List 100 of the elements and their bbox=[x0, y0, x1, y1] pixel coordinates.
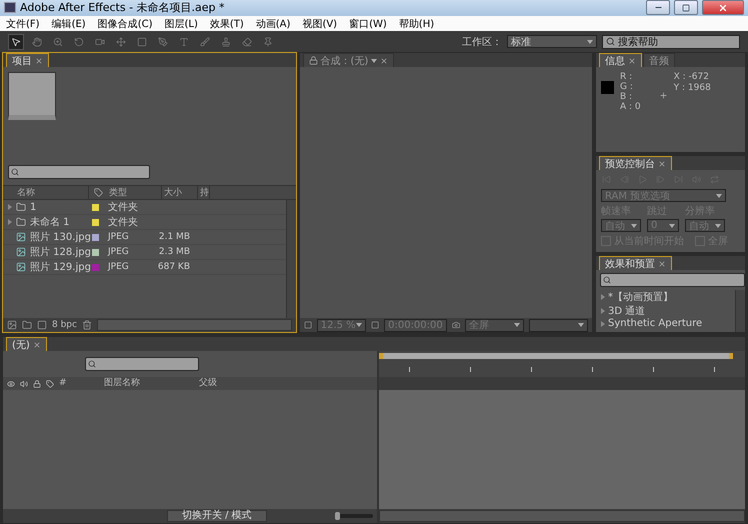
color-swatch bbox=[601, 81, 614, 94]
tag-icon bbox=[94, 188, 102, 198]
project-tab[interactable]: 项目 bbox=[6, 53, 49, 68]
caret-icon bbox=[514, 323, 520, 328]
image-icon bbox=[16, 247, 26, 258]
effects-category[interactable]: Synthetic Aperture bbox=[608, 318, 702, 330]
menu-item[interactable]: 文件(F) bbox=[6, 16, 40, 31]
maximize-button[interactable] bbox=[674, 0, 698, 16]
caret-icon bbox=[715, 224, 721, 228]
menu-item[interactable]: 编辑(E) bbox=[52, 16, 86, 31]
item-type: JPEG bbox=[108, 247, 130, 258]
column-header[interactable]: 持 bbox=[198, 186, 210, 200]
item-type: 文件夹 bbox=[108, 200, 139, 214]
menu-item[interactable]: 窗口(W) bbox=[349, 16, 387, 31]
project-row[interactable]: 1 文件夹 bbox=[3, 200, 286, 216]
lock-icon bbox=[33, 380, 41, 388]
column-header[interactable]: 名称 bbox=[3, 186, 89, 200]
close-icon[interactable] bbox=[380, 56, 388, 65]
search-icon bbox=[11, 168, 19, 176]
item-size: 2.1 MB bbox=[158, 232, 191, 242]
menu-item[interactable]: 效果(T) bbox=[210, 16, 244, 31]
x-coordinate: X : -672 bbox=[674, 73, 710, 82]
item-name: 照片 128.jpg bbox=[29, 246, 92, 260]
effects-search-field[interactable] bbox=[600, 273, 745, 288]
menu-item[interactable]: 帮助(H) bbox=[398, 16, 434, 31]
workspace-dropdown[interactable]: 标准 bbox=[507, 35, 597, 48]
timeline-tab[interactable]: (无) bbox=[6, 337, 47, 352]
item-type: JPEG bbox=[108, 262, 130, 272]
project-row[interactable]: 未命名 1 文件夹 bbox=[3, 215, 286, 230]
caret-icon bbox=[716, 194, 722, 198]
item-name: 照片 129.jpg bbox=[29, 260, 92, 274]
column-header[interactable]: 大小 bbox=[162, 186, 198, 200]
expand-arrow-icon bbox=[601, 294, 605, 300]
panel-tab[interactable]: 信息 bbox=[599, 53, 642, 68]
close-icon[interactable] bbox=[658, 260, 666, 268]
column-header[interactable]: # bbox=[59, 379, 99, 388]
column-header[interactable]: 类型 bbox=[107, 186, 162, 200]
region-icon bbox=[304, 320, 312, 330]
trash-icon bbox=[82, 320, 92, 330]
toggle-switches-modes-button[interactable]: 切换开关 / 模式 bbox=[167, 510, 267, 522]
audio-icon bbox=[20, 380, 28, 388]
menu-item[interactable]: 视图(V) bbox=[302, 16, 338, 31]
project-row[interactable]: 照片 128.jpg JPEG 2.3 MB bbox=[3, 245, 286, 260]
selection-tool-icon[interactable] bbox=[8, 34, 24, 50]
item-size: 2.3 MB bbox=[158, 247, 191, 258]
folder-icon bbox=[16, 202, 26, 212]
crosshair-icon bbox=[658, 91, 668, 100]
horizontal-scrollbar[interactable] bbox=[96, 319, 292, 332]
project-row[interactable]: 照片 130.jpg JPEG 2.1 MB bbox=[3, 230, 286, 246]
window-title: Adobe After Effects - 未命名项目.aep * bbox=[20, 0, 226, 16]
frame-icon bbox=[370, 320, 380, 330]
preview-tab[interactable]: 预览控制台 bbox=[599, 156, 672, 170]
workspace-label: 工作区： bbox=[462, 36, 502, 49]
column-header[interactable]: 父级 bbox=[199, 379, 217, 388]
item-name: 1 bbox=[29, 202, 38, 213]
caret-icon bbox=[631, 224, 637, 228]
caret-icon bbox=[578, 323, 584, 328]
scrollbar[interactable] bbox=[286, 200, 296, 318]
effects-tab[interactable]: 效果和预置 bbox=[599, 256, 672, 270]
help-search-field[interactable]: 搜索帮助 bbox=[602, 34, 740, 49]
item-name: 未命名 1 bbox=[29, 216, 71, 230]
bit-depth-label[interactable]: 8 bpc bbox=[52, 320, 77, 330]
close-icon[interactable] bbox=[32, 340, 41, 349]
caret-icon bbox=[356, 323, 362, 328]
menu-item[interactable]: 动画(A) bbox=[256, 16, 290, 31]
effects-category[interactable]: *【动画预置】 bbox=[608, 290, 673, 304]
close-icon[interactable] bbox=[35, 56, 43, 65]
work-area-bar[interactable] bbox=[379, 353, 733, 360]
panel-tab[interactable]: 音频 bbox=[643, 53, 675, 68]
interpret-icon bbox=[7, 320, 17, 330]
folder-icon bbox=[16, 217, 26, 228]
project-row[interactable]: 照片 129.jpg JPEG 687 KB bbox=[3, 260, 286, 276]
search-icon bbox=[88, 360, 96, 368]
menu-item[interactable]: 图层(L) bbox=[164, 16, 198, 31]
image-icon bbox=[16, 232, 26, 242]
close-icon[interactable] bbox=[658, 160, 666, 168]
minimize-button[interactable] bbox=[646, 0, 670, 16]
scrollbar[interactable] bbox=[735, 290, 745, 332]
slider-thumb[interactable] bbox=[334, 512, 340, 520]
view-dropdown[interactable] bbox=[529, 318, 588, 332]
item-name: 照片 130.jpg bbox=[29, 230, 92, 244]
maximize-icon bbox=[682, 4, 690, 12]
project-search-field[interactable] bbox=[8, 165, 150, 180]
composition-icon bbox=[37, 320, 47, 330]
close-button[interactable] bbox=[702, 0, 744, 16]
timeline-search-field[interactable] bbox=[85, 357, 199, 372]
expand-arrow-icon bbox=[8, 219, 12, 226]
effects-category[interactable]: 3D 通道 bbox=[608, 304, 646, 318]
app-logo bbox=[4, 2, 16, 14]
time-ruler[interactable] bbox=[379, 351, 745, 378]
zoom-slider[interactable] bbox=[335, 514, 373, 518]
caret-icon bbox=[587, 40, 593, 44]
composition-tab[interactable]: 合成：(无) bbox=[302, 53, 394, 68]
item-size: 687 KB bbox=[156, 262, 191, 272]
eye-icon bbox=[7, 380, 15, 388]
lock-icon bbox=[308, 56, 318, 66]
close-icon[interactable] bbox=[628, 56, 636, 65]
item-type: 文件夹 bbox=[108, 216, 139, 230]
menu-item[interactable]: 图像合成(C) bbox=[98, 16, 152, 31]
column-header[interactable]: 图层名称 bbox=[104, 379, 194, 388]
